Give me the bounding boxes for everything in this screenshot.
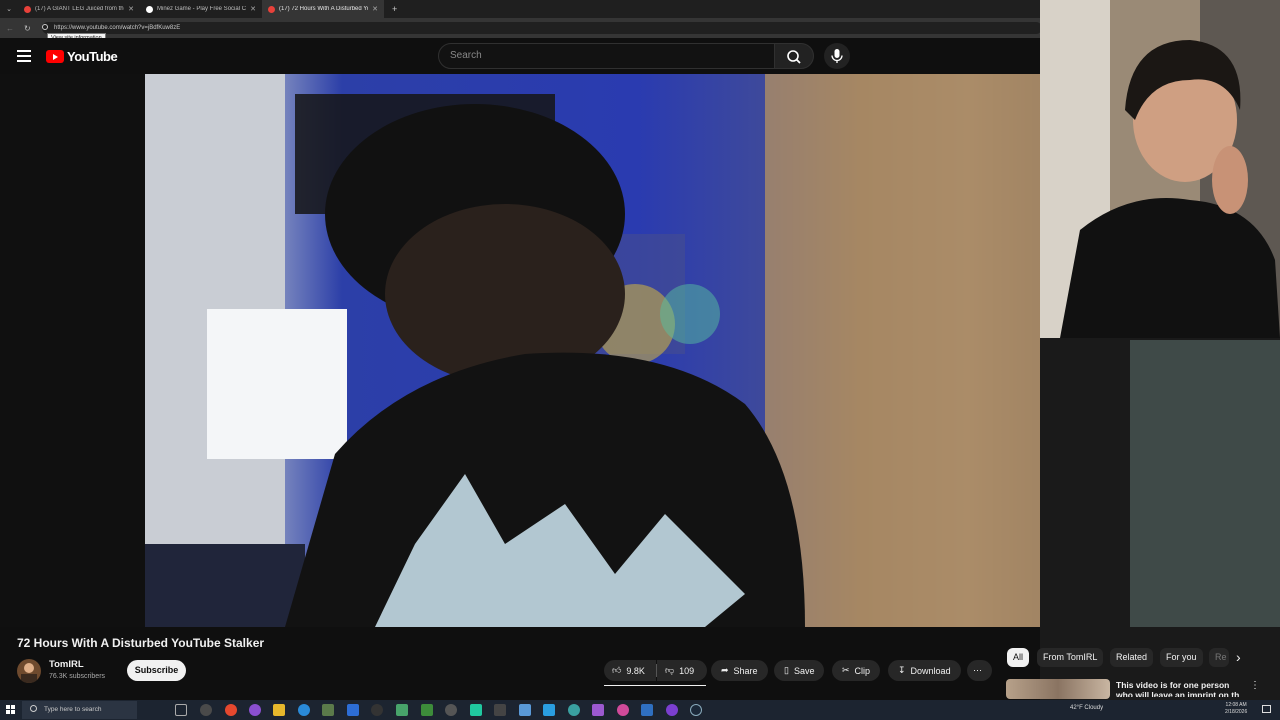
microphone-icon: [831, 49, 843, 63]
streamer-webcam-image: [1040, 0, 1280, 338]
file-explorer-icon[interactable]: [273, 704, 285, 716]
tab-title: (17) A GIANT LEG Juiced from the: [35, 6, 125, 12]
taskbar-app-icon[interactable]: [666, 704, 678, 716]
taskbar-search-icon: [30, 705, 37, 712]
download-icon: ↧: [898, 665, 906, 675]
taskbar-app-icon[interactable]: [617, 704, 629, 716]
subscribe-button[interactable]: Subscribe: [127, 660, 186, 681]
thumbs-up-icon: 👍︎: [612, 665, 622, 675]
youtube-favicon-icon: [268, 5, 275, 13]
video-scene-image: [145, 74, 1040, 627]
close-tab-icon[interactable]: ✕: [250, 5, 256, 13]
save-label: Save: [793, 665, 815, 676]
new-tab-button[interactable]: +: [384, 4, 405, 14]
thumbs-down-icon: 👎︎: [665, 665, 675, 675]
like-button[interactable]: 👍︎ 9.8K: [604, 660, 656, 681]
close-tab-icon[interactable]: ✕: [372, 5, 378, 13]
browser-tab-1[interactable]: (17) A GIANT LEG Juiced from the ✕: [18, 0, 140, 18]
steam-icon[interactable]: [690, 704, 702, 716]
chip-partial[interactable]: Re: [1209, 648, 1229, 667]
browser-tab-3-active[interactable]: (17) 72 Hours With A Disturbed Yo ✕: [262, 0, 384, 18]
share-button[interactable]: ➦ Share: [711, 660, 768, 681]
address-bar[interactable]: https://www.youtube.com/watch?v=jBdfKuw8…: [42, 22, 1042, 34]
subscriber-count: 76.3K subscribers: [49, 673, 106, 680]
taskbar-app-icon[interactable]: [249, 704, 261, 716]
more-horizontal-icon: ⋯: [973, 665, 982, 675]
minez-favicon-icon: [146, 5, 153, 13]
youtube-play-icon: [46, 50, 64, 63]
taskbar-app-icon[interactable]: [396, 704, 408, 716]
taskbar-app-icon[interactable]: [421, 704, 433, 716]
recommended-video-thumbnail[interactable]: [1006, 679, 1110, 699]
system-clock[interactable]: 12:08 AM 2/18/2026: [1225, 702, 1247, 716]
taskbar-app-icon[interactable]: [200, 704, 212, 716]
recommended-video-title[interactable]: This video is for one person who will le…: [1116, 680, 1246, 697]
channel-name[interactable]: TomIRL: [49, 659, 84, 670]
scissors-icon: ✂: [842, 665, 850, 675]
youtube-logo[interactable]: YouTube: [46, 49, 118, 64]
voice-search-button[interactable]: [824, 43, 850, 69]
chips-next-chevron-icon[interactable]: ›: [1236, 649, 1241, 665]
taskbar-app-icon[interactable]: [641, 704, 653, 716]
avatar-image: [21, 663, 37, 683]
like-count: 9.8K: [626, 665, 645, 676]
back-icon[interactable]: ←: [6, 24, 14, 33]
edge-icon[interactable]: [298, 704, 310, 716]
clock-date: 2/18/2026: [1225, 709, 1248, 715]
recommended-more-icon[interactable]: ⋮: [1250, 680, 1260, 691]
tab-title: Minez Game - Play Free Social Cr: [157, 6, 247, 12]
youtube-logo-text: YouTube: [67, 49, 118, 64]
taskbar-app-icon[interactable]: [592, 704, 604, 716]
taskbar-app-icon[interactable]: [470, 704, 482, 716]
taskbar-app-icon[interactable]: [445, 704, 457, 716]
video-title: 72 Hours With A Disturbed YouTube Stalke…: [17, 636, 265, 650]
download-label: Download: [910, 665, 951, 676]
browser-tab-2[interactable]: Minez Game - Play Free Social Cr ✕: [140, 0, 262, 18]
taskbar-app-icon[interactable]: [494, 704, 506, 716]
clip-label: Clip: [854, 665, 871, 676]
taskbar-search-input[interactable]: Type here to search: [22, 701, 137, 719]
chip-for-you[interactable]: For you: [1160, 648, 1203, 667]
taskbar-app-icon[interactable]: [543, 704, 555, 716]
taskbar-app-icon[interactable]: [322, 704, 334, 716]
search-input[interactable]: Search: [438, 43, 775, 69]
tab-title: (17) 72 Hours With A Disturbed Yo: [279, 6, 369, 12]
clip-button[interactable]: ✂ Clip: [832, 660, 881, 681]
windows-start-icon[interactable]: [6, 705, 16, 715]
hamburger-menu-icon[interactable]: [17, 50, 31, 62]
url-text: https://www.youtube.com/watch?v=jBdfKuw8…: [54, 25, 181, 31]
chip-all[interactable]: All: [1007, 648, 1030, 667]
chip-related[interactable]: Related: [1110, 648, 1154, 667]
taskbar-app-icon[interactable]: [371, 704, 383, 716]
taskbar-app-icon[interactable]: [568, 704, 580, 716]
share-icon: ➦: [721, 665, 729, 675]
dislike-count: 109: [679, 665, 695, 676]
background-panel: [1130, 340, 1280, 627]
video-frame[interactable]: [145, 74, 1040, 627]
channel-avatar[interactable]: [17, 659, 41, 683]
site-info-icon[interactable]: [42, 24, 48, 30]
download-button[interactable]: ↧ Download: [888, 660, 961, 681]
search-icon: [787, 50, 801, 64]
tab-list-chevron-icon[interactable]: ⌄: [0, 5, 18, 13]
taskbar-app-icon[interactable]: [519, 704, 531, 716]
taskbar-app-icon[interactable]: [347, 704, 359, 716]
like-ratio-bar: [604, 685, 706, 686]
more-actions-button[interactable]: ⋯: [967, 660, 992, 681]
streamer-webcam: [1040, 0, 1280, 338]
bookmark-icon: ▯: [784, 665, 789, 675]
task-view-icon[interactable]: [175, 704, 187, 716]
close-tab-icon[interactable]: ✕: [128, 5, 134, 13]
reload-icon[interactable]: ↻: [24, 24, 31, 33]
search-button[interactable]: [774, 43, 814, 69]
chip-from-channel[interactable]: From TomIRL: [1037, 648, 1104, 667]
notification-icon[interactable]: [1262, 705, 1271, 713]
youtube-favicon-icon: [24, 5, 31, 13]
share-label: Share: [733, 665, 758, 676]
clock-time: 12:08 AM: [1225, 702, 1247, 708]
weather-widget[interactable]: 42°F Cloudy: [1070, 705, 1103, 711]
dislike-button[interactable]: 👎︎ 109: [657, 660, 707, 681]
save-button[interactable]: ▯ Save: [774, 660, 825, 681]
chrome-icon[interactable]: [225, 704, 237, 716]
